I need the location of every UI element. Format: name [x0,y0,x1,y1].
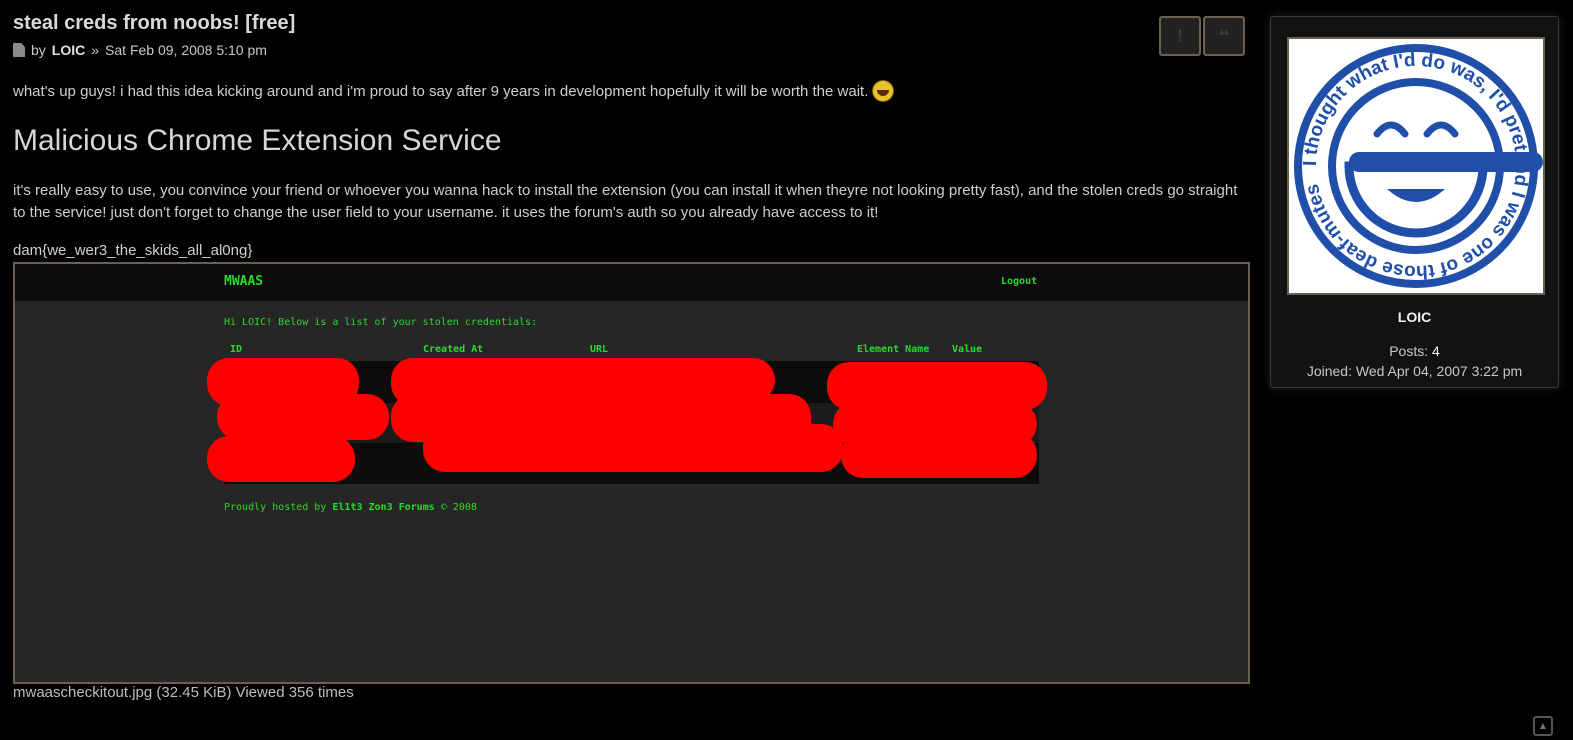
meta-separator: » [91,42,100,58]
attachment-caption: mwaascheckitout.jpg (32.45 KiB) Viewed 3… [13,684,354,701]
col-id: ID [230,344,243,355]
post-icon[interactable] [13,43,25,57]
attachment-footer: Proudly hosted by El1t3 Zon3 Forums © 20… [224,502,477,513]
greeting-text: Hi LOIC! Below is a list of your stolen … [224,317,538,328]
post-title[interactable]: steal creds from noobs! [free] [13,10,1249,36]
laughing-man-logo-icon: I thought what I'd do was, I'd pretend I… [1294,44,1543,288]
post-heading: Malicious Chrome Extension Service [13,124,502,157]
back-to-top-button[interactable]: ▲ [1533,716,1553,736]
avatar[interactable]: I thought what I'd do was, I'd pretend I… [1287,37,1545,295]
profile-joined: Joined: Wed Apr 04, 2007 3:22 pm [1271,363,1558,379]
post-meta: by LOIC » Sat Feb 09, 2008 5:10 pm [13,42,1249,58]
author-link[interactable]: LOIC [52,42,85,58]
post-body: it's really easy to use, you convince yo… [13,182,1238,221]
joined-value: Wed Apr 04, 2007 3:22 pm [1355,363,1523,379]
post-flag: dam{we_wer3_the_skids_all_al0ng} [13,242,253,259]
posts-label: Posts: [1389,343,1429,359]
chevron-up-icon: ▲ [1538,720,1548,732]
exclamation-icon: ! [1177,25,1183,46]
post: steal creds from noobs! [free] by LOIC »… [13,10,1249,259]
col-created-at: Created At [423,344,484,355]
table-header: ID Created At URL Element Name Value [224,344,1039,358]
laughing-smiley-icon [872,80,895,102]
profile-posts: Posts: 4 [1271,343,1558,359]
col-url: URL [590,344,609,355]
post-intro: what's up guys! i had this idea kicking … [13,80,1249,102]
attachment-navbar [15,264,1248,301]
joined-label: Joined: [1306,363,1352,379]
quote-icon: ❝ [1218,25,1230,46]
footer-brand: El1t3 Zon3 Forums [332,502,435,513]
intro-text: what's up guys! i had this idea kicking … [13,82,869,100]
redaction-mark [217,394,389,440]
redaction-mark [841,432,1037,478]
profile-username[interactable]: LOIC [1271,309,1558,325]
quote-button[interactable]: ❝ [1203,16,1245,56]
col-value: Value [952,344,983,355]
logout-link: Logout [1001,276,1038,287]
author-profile: I thought what I'd do was, I'd pretend I… [1270,16,1559,388]
col-element-name: Element Name [857,344,930,355]
post-date: Sat Feb 09, 2008 5:10 pm [105,42,267,58]
mwaas-brand: MWAAS [224,274,264,289]
by-label: by [31,42,46,58]
redaction-mark [423,424,843,472]
posts-value[interactable]: 4 [1432,343,1440,359]
report-button[interactable]: ! [1159,16,1201,56]
footer-suffix: © 2008 [440,502,477,513]
redaction-mark [207,436,355,482]
footer-prefix: Proudly hosted by [224,502,327,513]
attachment-image[interactable]: MWAAS Logout Hi LOIC! Below is a list of… [13,262,1250,684]
